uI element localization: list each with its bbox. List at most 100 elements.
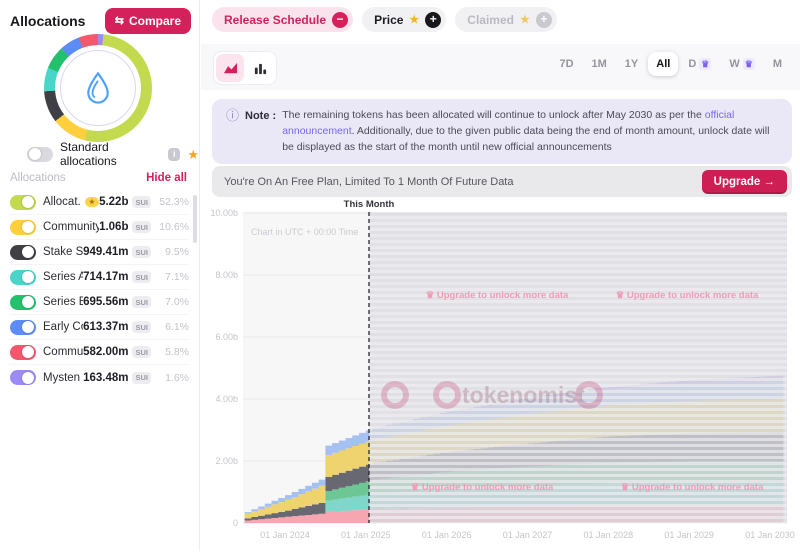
time-range-all[interactable]: All xyxy=(648,52,678,76)
allocation-name: Early Contri... xyxy=(43,321,83,333)
info-icon[interactable]: i xyxy=(168,148,180,161)
svg-text:10.00b: 10.00b xyxy=(210,208,238,218)
note-info-icon: ⓘ xyxy=(226,108,239,124)
allocation-toggle[interactable] xyxy=(10,195,36,210)
toggle-metric-icon[interactable]: + xyxy=(425,12,441,28)
bar-chart-button[interactable] xyxy=(246,54,274,82)
allocation-row: Mysten Lab... ★ 163.48m SUI 1.6% xyxy=(10,365,189,390)
time-range-label: W xyxy=(729,58,739,70)
note-box: ⓘ Note : The remaining tokens has been a… xyxy=(212,99,792,164)
toggle-metric-icon[interactable]: − xyxy=(332,12,348,28)
allocation-values: 613.37m SUI 6.1% xyxy=(83,321,189,333)
metric-tab-release-schedule[interactable]: Release Schedule ★ − xyxy=(212,7,353,32)
svg-text:4.00b: 4.00b xyxy=(215,394,238,404)
allocation-percent: 1.6% xyxy=(155,372,189,384)
time-range-m[interactable]: M xyxy=(765,52,790,76)
allocation-toggle[interactable] xyxy=(10,245,36,260)
crown-icon: ♛ xyxy=(743,58,755,70)
allocation-list: Allocat... ★ 5.22b SUI 52.3% Community .… xyxy=(10,190,189,390)
sidebar-title: Allocations xyxy=(10,13,85,29)
token-badge: SUI xyxy=(132,372,151,384)
time-range-label: 1Y xyxy=(625,58,638,70)
allocation-name: Allocat... xyxy=(43,196,81,208)
allocation-toggle[interactable] xyxy=(10,220,36,235)
premium-star-icon: ★ xyxy=(520,13,530,26)
allocation-row: Series B ★ 695.56m SUI 7.0% xyxy=(10,290,189,315)
allocation-toggle[interactable] xyxy=(10,295,36,310)
metric-tab-label: Claimed xyxy=(467,13,514,27)
allocation-values: 5.22b SUI 52.3% xyxy=(99,196,189,208)
timezone-note: Chart in UTC + 00:00 Time xyxy=(251,227,358,237)
standard-allocations-row: Standard allocations i ★ xyxy=(27,140,199,168)
token-badge: SUI xyxy=(132,346,151,358)
time-range-1m[interactable]: 1M xyxy=(584,52,615,76)
upgrade-watermark: ♛ Upgrade to unlock more data xyxy=(411,482,554,493)
allocation-name: Series B xyxy=(43,296,83,308)
allocation-percent: 9.5% xyxy=(155,246,189,258)
note-text-2: . Additionally, due to the given public … xyxy=(282,125,769,153)
svg-text:01 Jan 2026: 01 Jan 2026 xyxy=(422,530,472,540)
allocation-percent: 10.6% xyxy=(155,221,189,233)
svg-text:01 Jan 2024: 01 Jan 2024 xyxy=(260,530,310,540)
svg-text:01 Jan 2025: 01 Jan 2025 xyxy=(341,530,391,540)
allocation-toggle[interactable] xyxy=(10,320,36,335)
time-range-7d[interactable]: 7D xyxy=(551,52,581,76)
premium-star-icon: ★ xyxy=(409,13,419,26)
compare-label: Compare xyxy=(129,14,181,28)
allocation-donut-chart[interactable] xyxy=(44,34,152,142)
compare-button[interactable]: ⇆ Compare xyxy=(105,8,191,34)
metric-tab-label: Price xyxy=(374,13,403,27)
time-range-w[interactable]: W ♛ xyxy=(721,52,762,76)
list-header-title: Allocations xyxy=(10,172,66,184)
allocation-name: Community ... xyxy=(43,346,83,358)
allocation-percent: 6.1% xyxy=(155,321,189,333)
upgrade-watermark: ♛ Upgrade to unlock more data xyxy=(426,290,569,301)
token-badge: SUI xyxy=(132,196,151,208)
svg-text:01 Jan 2029: 01 Jan 2029 xyxy=(664,530,714,540)
allocation-row: Stake Subsi... ★ 949.41m SUI 9.5% xyxy=(10,240,189,265)
tokenomics-app: Allocations ⇆ Compare Standard allocatio… xyxy=(0,0,800,551)
sidebar-scrollbar[interactable] xyxy=(193,195,197,243)
release-schedule-chart[interactable]: 02.00b4.00b6.00b8.00b10.00btokenomist♛ U… xyxy=(205,198,800,551)
token-badge: SUI xyxy=(132,246,151,258)
svg-text:01 Jan 2027: 01 Jan 2027 xyxy=(503,530,553,540)
area-chart-button[interactable] xyxy=(216,54,244,82)
allocation-value: 714.17m xyxy=(83,271,128,283)
allocation-toggle[interactable] xyxy=(10,370,36,385)
metric-tab-claimed[interactable]: Claimed ★ + xyxy=(455,7,557,32)
time-range-label: All xyxy=(656,58,670,70)
allocation-values: 1.06b SUI 10.6% xyxy=(99,221,189,233)
token-badge: SUI xyxy=(132,271,151,283)
allocation-row: Community ... ★ 1.06b SUI 10.6% xyxy=(10,215,189,240)
allocation-percent: 7.1% xyxy=(155,271,189,283)
note-text-1: The remaining tokens has been allocated … xyxy=(282,109,705,121)
allocation-name: Stake Subsi... xyxy=(43,246,83,258)
allocation-toggle[interactable] xyxy=(10,270,36,285)
svg-text:6.00b: 6.00b xyxy=(215,332,238,342)
chart-toolbar: 7D 1M 1Y All D ♛ W ♛ M xyxy=(201,44,800,90)
note-label: Note : xyxy=(245,108,276,124)
time-range-1y[interactable]: 1Y xyxy=(617,52,646,76)
crown-icon: ♛ xyxy=(699,58,711,70)
allocation-toggle[interactable] xyxy=(10,345,36,360)
free-plan-text: You're On An Free Plan, Limited To 1 Mon… xyxy=(224,176,513,188)
note-text: The remaining tokens has been allocated … xyxy=(282,108,778,155)
metric-tab-label: Release Schedule xyxy=(224,13,326,27)
standard-allocations-toggle[interactable] xyxy=(27,147,53,162)
svg-text:2.00b: 2.00b xyxy=(215,456,238,466)
chart-canvas[interactable]: 02.00b4.00b6.00b8.00b10.00btokenomist♛ U… xyxy=(205,198,800,551)
time-range-d[interactable]: D ♛ xyxy=(680,52,719,76)
allocation-value: 949.41m xyxy=(83,246,128,258)
allocation-row: Community ... ★ 582.00m SUI 5.8% xyxy=(10,340,189,365)
hide-all-link[interactable]: Hide all xyxy=(146,172,187,184)
upgrade-button[interactable]: Upgrade → xyxy=(702,170,787,194)
time-range-label: 1M xyxy=(592,58,607,70)
time-range-label: 7D xyxy=(559,58,573,70)
svg-text:0: 0 xyxy=(233,518,238,528)
free-plan-banner: You're On An Free Plan, Limited To 1 Mon… xyxy=(212,166,792,197)
sui-drop-icon xyxy=(83,71,113,105)
toggle-metric-icon[interactable]: + xyxy=(536,12,552,28)
svg-text:8.00b: 8.00b xyxy=(215,270,238,280)
allocation-percent: 7.0% xyxy=(155,296,189,308)
metric-tab-price[interactable]: Price ★ + xyxy=(362,7,446,32)
